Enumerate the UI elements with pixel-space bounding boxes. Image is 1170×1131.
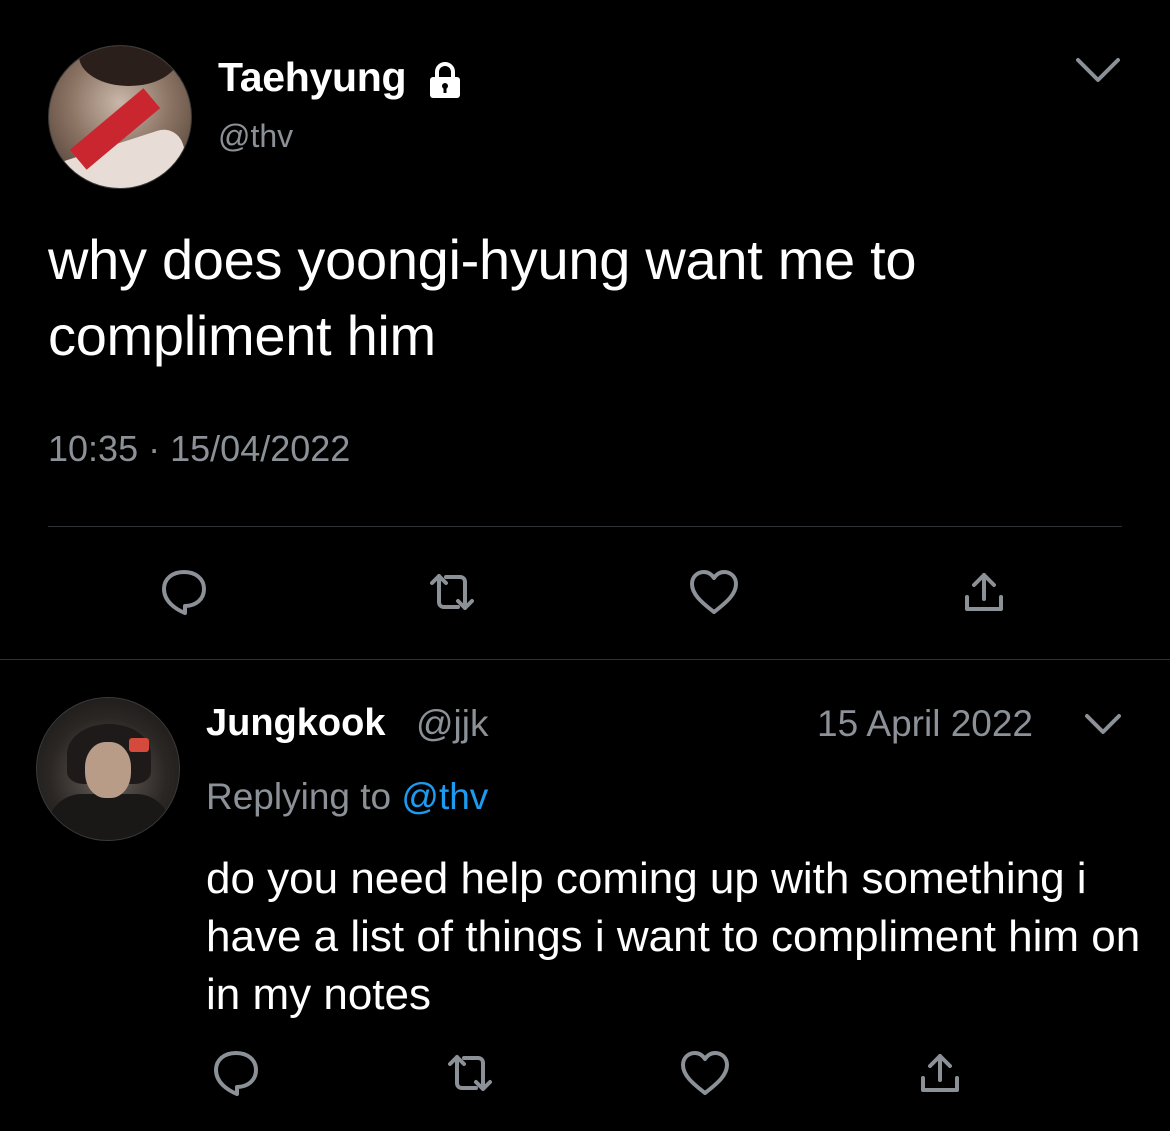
- retweet-icon: [430, 574, 474, 610]
- chevron-down-icon[interactable]: [1082, 709, 1124, 739]
- lock-icon: [430, 62, 460, 98]
- retweet-button[interactable]: [422, 562, 482, 622]
- like-button[interactable]: [684, 562, 744, 622]
- main-tweet-display-name[interactable]: Taehyung: [218, 54, 406, 101]
- tweet-date: 15/04/2022: [170, 428, 351, 469]
- retweet-icon: [448, 1055, 492, 1091]
- time-date-separator: ·: [148, 428, 161, 469]
- chevron-down-icon[interactable]: [1072, 52, 1124, 88]
- reply-tweet-avatar[interactable]: [36, 697, 180, 841]
- replying-to-mention-link[interactable]: @thv: [401, 776, 488, 817]
- avatar-body-shape: [47, 794, 171, 840]
- like-button[interactable]: [675, 1043, 735, 1103]
- reply-icon: [162, 570, 206, 615]
- retweet-button[interactable]: [440, 1043, 500, 1103]
- reply-tweet-display-name[interactable]: Jungkook: [206, 702, 385, 745]
- share-icon: [921, 1054, 959, 1092]
- replying-to-line: Replying to @thv: [206, 776, 488, 818]
- avatar-hair-shape: [79, 46, 179, 86]
- like-icon: [690, 570, 738, 614]
- reply-tweet-text: do you need help coming up with somethin…: [206, 854, 1141, 1019]
- share-icon: [965, 573, 1003, 611]
- share-button[interactable]: [910, 1043, 970, 1103]
- reply-tweet-date[interactable]: 15 April 2022: [817, 703, 1033, 745]
- reply-button[interactable]: [206, 1043, 266, 1103]
- main-tweet-handle[interactable]: @thv: [218, 118, 293, 155]
- main-tweet-text: why does yoongi-hyung want me to complim…: [48, 228, 917, 367]
- divider: [48, 526, 1122, 527]
- avatar-light-shape: [129, 738, 149, 752]
- reply-tweet-handle[interactable]: @jjk: [416, 703, 489, 745]
- replying-to-label: Replying to: [206, 776, 392, 817]
- share-button[interactable]: [954, 562, 1014, 622]
- avatar-face-shape: [85, 742, 131, 798]
- main-tweet-avatar[interactable]: [48, 45, 192, 189]
- tweet-separator: [0, 659, 1170, 660]
- reply-button[interactable]: [154, 562, 214, 622]
- reply-icon: [214, 1051, 258, 1096]
- main-tweet-timestamp: 10:35 · 15/04/2022: [48, 428, 350, 470]
- tweet-time: 10:35: [48, 428, 139, 469]
- like-icon: [681, 1051, 729, 1095]
